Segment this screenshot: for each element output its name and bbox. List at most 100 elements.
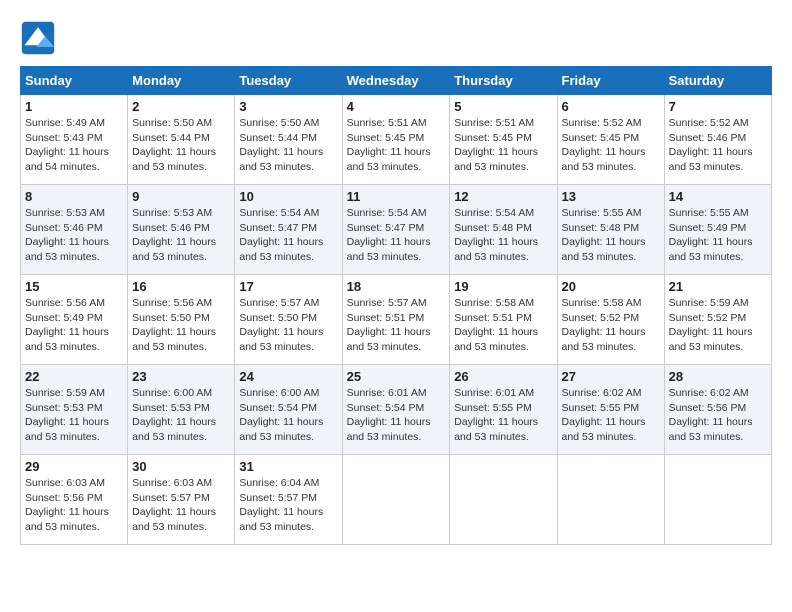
day-info: Sunrise: 5:54 AM Sunset: 5:47 PM Dayligh… [347, 206, 446, 265]
day-number: 18 [347, 279, 446, 294]
day-number: 6 [562, 99, 660, 114]
calendar-cell: 14 Sunrise: 5:55 AM Sunset: 5:49 PM Dayl… [664, 185, 771, 275]
day-info: Sunrise: 6:04 AM Sunset: 5:57 PM Dayligh… [239, 476, 337, 535]
calendar-cell: 26 Sunrise: 6:01 AM Sunset: 5:55 PM Dayl… [450, 365, 557, 455]
day-info: Sunrise: 5:53 AM Sunset: 5:46 PM Dayligh… [25, 206, 123, 265]
calendar-cell: 13 Sunrise: 5:55 AM Sunset: 5:48 PM Dayl… [557, 185, 664, 275]
day-number: 7 [669, 99, 767, 114]
day-info: Sunrise: 5:57 AM Sunset: 5:51 PM Dayligh… [347, 296, 446, 355]
header-thursday: Thursday [450, 67, 557, 95]
day-number: 23 [132, 369, 230, 384]
calendar-cell: 1 Sunrise: 5:49 AM Sunset: 5:43 PM Dayli… [21, 95, 128, 185]
header-tuesday: Tuesday [235, 67, 342, 95]
day-info: Sunrise: 5:50 AM Sunset: 5:44 PM Dayligh… [239, 116, 337, 175]
calendar-cell: 9 Sunrise: 5:53 AM Sunset: 5:46 PM Dayli… [128, 185, 235, 275]
day-number: 2 [132, 99, 230, 114]
day-info: Sunrise: 6:03 AM Sunset: 5:56 PM Dayligh… [25, 476, 123, 535]
day-info: Sunrise: 5:57 AM Sunset: 5:50 PM Dayligh… [239, 296, 337, 355]
day-info: Sunrise: 5:53 AM Sunset: 5:46 PM Dayligh… [132, 206, 230, 265]
calendar-week-row: 8 Sunrise: 5:53 AM Sunset: 5:46 PM Dayli… [21, 185, 772, 275]
calendar-cell: 7 Sunrise: 5:52 AM Sunset: 5:46 PM Dayli… [664, 95, 771, 185]
day-info: Sunrise: 6:00 AM Sunset: 5:53 PM Dayligh… [132, 386, 230, 445]
day-info: Sunrise: 5:54 AM Sunset: 5:47 PM Dayligh… [239, 206, 337, 265]
day-number: 27 [562, 369, 660, 384]
day-info: Sunrise: 5:58 AM Sunset: 5:52 PM Dayligh… [562, 296, 660, 355]
calendar-table: SundayMondayTuesdayWednesdayThursdayFrid… [20, 66, 772, 545]
calendar-cell [557, 455, 664, 545]
calendar-cell: 2 Sunrise: 5:50 AM Sunset: 5:44 PM Dayli… [128, 95, 235, 185]
day-info: Sunrise: 5:55 AM Sunset: 5:49 PM Dayligh… [669, 206, 767, 265]
calendar-cell: 22 Sunrise: 5:59 AM Sunset: 5:53 PM Dayl… [21, 365, 128, 455]
day-info: Sunrise: 5:56 AM Sunset: 5:50 PM Dayligh… [132, 296, 230, 355]
day-number: 16 [132, 279, 230, 294]
day-number: 12 [454, 189, 552, 204]
day-number: 30 [132, 459, 230, 474]
logo-icon [20, 20, 56, 56]
calendar-header-row: SundayMondayTuesdayWednesdayThursdayFrid… [21, 67, 772, 95]
calendar-cell: 24 Sunrise: 6:00 AM Sunset: 5:54 PM Dayl… [235, 365, 342, 455]
day-info: Sunrise: 5:49 AM Sunset: 5:43 PM Dayligh… [25, 116, 123, 175]
calendar-cell: 27 Sunrise: 6:02 AM Sunset: 5:55 PM Dayl… [557, 365, 664, 455]
day-number: 25 [347, 369, 446, 384]
calendar-cell: 31 Sunrise: 6:04 AM Sunset: 5:57 PM Dayl… [235, 455, 342, 545]
day-number: 21 [669, 279, 767, 294]
day-number: 22 [25, 369, 123, 384]
calendar-cell: 25 Sunrise: 6:01 AM Sunset: 5:54 PM Dayl… [342, 365, 450, 455]
day-info: Sunrise: 5:52 AM Sunset: 5:45 PM Dayligh… [562, 116, 660, 175]
day-number: 8 [25, 189, 123, 204]
day-number: 26 [454, 369, 552, 384]
calendar-week-row: 29 Sunrise: 6:03 AM Sunset: 5:56 PM Dayl… [21, 455, 772, 545]
calendar-cell: 4 Sunrise: 5:51 AM Sunset: 5:45 PM Dayli… [342, 95, 450, 185]
header-friday: Friday [557, 67, 664, 95]
calendar-week-row: 22 Sunrise: 5:59 AM Sunset: 5:53 PM Dayl… [21, 365, 772, 455]
day-info: Sunrise: 5:59 AM Sunset: 5:52 PM Dayligh… [669, 296, 767, 355]
calendar-cell: 3 Sunrise: 5:50 AM Sunset: 5:44 PM Dayli… [235, 95, 342, 185]
day-info: Sunrise: 5:51 AM Sunset: 5:45 PM Dayligh… [454, 116, 552, 175]
calendar-cell: 21 Sunrise: 5:59 AM Sunset: 5:52 PM Dayl… [664, 275, 771, 365]
day-info: Sunrise: 6:02 AM Sunset: 5:55 PM Dayligh… [562, 386, 660, 445]
calendar-cell: 11 Sunrise: 5:54 AM Sunset: 5:47 PM Dayl… [342, 185, 450, 275]
day-info: Sunrise: 6:01 AM Sunset: 5:54 PM Dayligh… [347, 386, 446, 445]
day-info: Sunrise: 6:02 AM Sunset: 5:56 PM Dayligh… [669, 386, 767, 445]
day-info: Sunrise: 5:56 AM Sunset: 5:49 PM Dayligh… [25, 296, 123, 355]
calendar-cell: 5 Sunrise: 5:51 AM Sunset: 5:45 PM Dayli… [450, 95, 557, 185]
day-info: Sunrise: 5:55 AM Sunset: 5:48 PM Dayligh… [562, 206, 660, 265]
day-info: Sunrise: 5:50 AM Sunset: 5:44 PM Dayligh… [132, 116, 230, 175]
calendar-cell: 12 Sunrise: 5:54 AM Sunset: 5:48 PM Dayl… [450, 185, 557, 275]
day-info: Sunrise: 5:59 AM Sunset: 5:53 PM Dayligh… [25, 386, 123, 445]
day-number: 13 [562, 189, 660, 204]
day-number: 10 [239, 189, 337, 204]
calendar-cell: 29 Sunrise: 6:03 AM Sunset: 5:56 PM Dayl… [21, 455, 128, 545]
calendar-cell: 15 Sunrise: 5:56 AM Sunset: 5:49 PM Dayl… [21, 275, 128, 365]
day-number: 28 [669, 369, 767, 384]
day-number: 15 [25, 279, 123, 294]
calendar-cell: 20 Sunrise: 5:58 AM Sunset: 5:52 PM Dayl… [557, 275, 664, 365]
calendar-week-row: 1 Sunrise: 5:49 AM Sunset: 5:43 PM Dayli… [21, 95, 772, 185]
header [20, 20, 772, 56]
day-number: 9 [132, 189, 230, 204]
calendar-cell: 23 Sunrise: 6:00 AM Sunset: 5:53 PM Dayl… [128, 365, 235, 455]
day-number: 24 [239, 369, 337, 384]
calendar-week-row: 15 Sunrise: 5:56 AM Sunset: 5:49 PM Dayl… [21, 275, 772, 365]
day-info: Sunrise: 5:58 AM Sunset: 5:51 PM Dayligh… [454, 296, 552, 355]
header-sunday: Sunday [21, 67, 128, 95]
day-number: 14 [669, 189, 767, 204]
logo [20, 20, 60, 56]
day-number: 11 [347, 189, 446, 204]
day-number: 17 [239, 279, 337, 294]
day-number: 3 [239, 99, 337, 114]
day-info: Sunrise: 5:51 AM Sunset: 5:45 PM Dayligh… [347, 116, 446, 175]
header-saturday: Saturday [664, 67, 771, 95]
day-info: Sunrise: 6:01 AM Sunset: 5:55 PM Dayligh… [454, 386, 552, 445]
day-number: 31 [239, 459, 337, 474]
day-info: Sunrise: 5:54 AM Sunset: 5:48 PM Dayligh… [454, 206, 552, 265]
calendar-cell [450, 455, 557, 545]
day-number: 20 [562, 279, 660, 294]
header-monday: Monday [128, 67, 235, 95]
day-info: Sunrise: 6:03 AM Sunset: 5:57 PM Dayligh… [132, 476, 230, 535]
calendar-cell: 28 Sunrise: 6:02 AM Sunset: 5:56 PM Dayl… [664, 365, 771, 455]
calendar-cell: 17 Sunrise: 5:57 AM Sunset: 5:50 PM Dayl… [235, 275, 342, 365]
calendar-cell: 19 Sunrise: 5:58 AM Sunset: 5:51 PM Dayl… [450, 275, 557, 365]
calendar-cell [664, 455, 771, 545]
day-number: 4 [347, 99, 446, 114]
